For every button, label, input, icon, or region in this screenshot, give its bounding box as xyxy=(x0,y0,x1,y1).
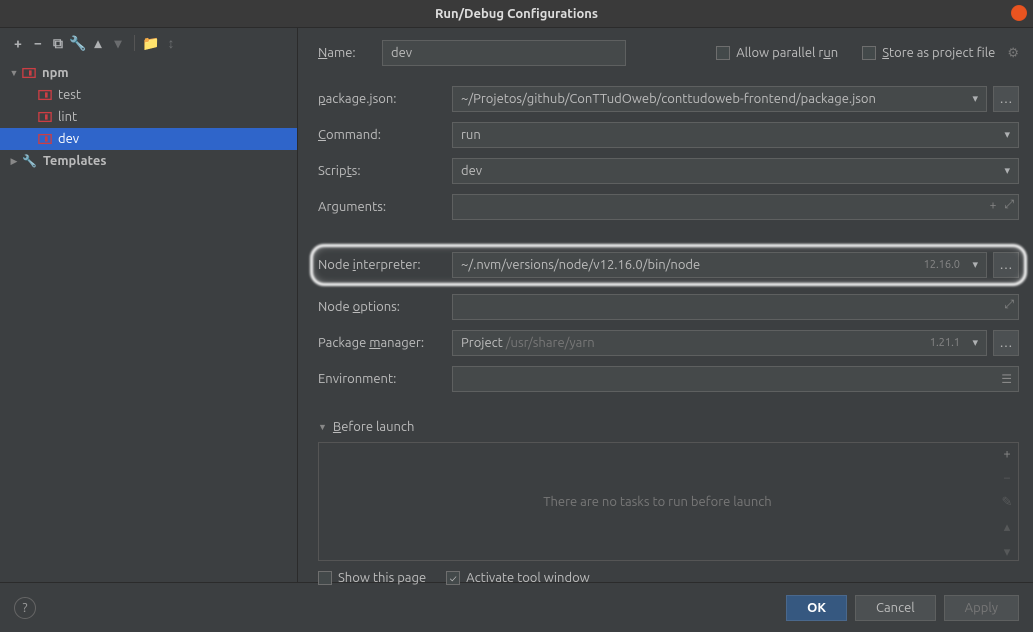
tree-leaf-lint[interactable]: lint xyxy=(0,106,297,128)
add-icon[interactable]: + xyxy=(10,35,26,51)
before-launch-panel: There are no tasks to run before launch … xyxy=(318,442,1019,561)
command-value: run xyxy=(461,128,481,142)
wrench-icon[interactable]: 🔧 xyxy=(70,35,86,51)
scripts-label: Scripts: xyxy=(318,164,452,178)
show-page-label: Show this page xyxy=(338,571,426,585)
folder-icon[interactable]: 📁 xyxy=(143,35,159,51)
chevron-down-icon: ▼ xyxy=(318,422,327,432)
package-select[interactable]: ~/Projetos/github/ConTTudOweb/conttudowe… xyxy=(452,86,987,112)
close-icon[interactable] xyxy=(1011,5,1027,21)
window-title: Run/Debug Configurations xyxy=(435,7,598,21)
tree-leaf-label: dev xyxy=(58,132,79,146)
node-options-input[interactable]: ⤢ xyxy=(452,294,1019,320)
show-page-checkbox[interactable] xyxy=(318,571,332,585)
npm-icon xyxy=(22,66,36,80)
help-icon[interactable]: ? xyxy=(14,597,36,619)
chevron-right-icon: ▶ xyxy=(8,155,20,167)
package-browse-button[interactable]: … xyxy=(993,86,1019,112)
arguments-label: Arguments: xyxy=(318,200,452,214)
node-interpreter-value: ~/.nvm/versions/node/v12.16.0/bin/node xyxy=(461,258,700,272)
node-interpreter-label: Node interpreter: xyxy=(318,258,452,272)
name-value: dev xyxy=(391,46,412,60)
expand-icon[interactable]: ⤢ xyxy=(1004,298,1014,312)
package-manager-label: Package manager: xyxy=(318,336,452,350)
add-task-icon[interactable]: + xyxy=(1003,447,1010,461)
apply-button[interactable]: Apply xyxy=(944,595,1019,621)
remove-icon[interactable]: − xyxy=(30,35,46,51)
tree-node-templates[interactable]: ▶ 🔧 Templates xyxy=(0,150,297,172)
activate-tool-checkbox[interactable] xyxy=(446,571,460,585)
package-manager-select[interactable]: Project /usr/share/yarn 1.21.1 xyxy=(452,330,987,356)
copy-icon[interactable]: ⧉ xyxy=(50,35,66,51)
tree-node-label: npm xyxy=(42,66,69,80)
separator xyxy=(134,35,135,51)
package-manager-prefix: Project xyxy=(461,336,503,350)
package-value: ~/Projetos/github/ConTTudOweb/conttudowe… xyxy=(461,92,876,106)
name-input[interactable]: dev xyxy=(382,40,626,66)
npm-icon xyxy=(38,88,52,102)
package-manager-path: /usr/share/yarn xyxy=(506,336,595,350)
npm-icon xyxy=(38,110,52,124)
node-interpreter-version: 12.16.0 xyxy=(924,259,978,271)
move-down-icon[interactable]: ▾ xyxy=(110,35,126,51)
store-project-checkbox[interactable] xyxy=(862,46,876,60)
tree-node-label: Templates xyxy=(43,154,107,168)
command-select[interactable]: run xyxy=(452,122,1019,148)
move-up-icon[interactable]: ▴ xyxy=(90,35,106,51)
plus-icon[interactable]: + xyxy=(990,199,997,212)
remove-task-icon[interactable]: − xyxy=(1003,471,1010,485)
edit-task-icon[interactable]: ✎ xyxy=(1002,495,1013,510)
tree-leaf-label: lint xyxy=(58,110,77,124)
list-icon[interactable]: ☰ xyxy=(1001,372,1012,386)
node-interpreter-highlight: Node interpreter: ~/.nvm/versions/node/v… xyxy=(310,244,1027,286)
tree-leaf-dev[interactable]: dev xyxy=(0,128,297,150)
command-label: Command: xyxy=(318,128,452,142)
tree-leaf-test[interactable]: test xyxy=(0,84,297,106)
arguments-input[interactable]: + ⤢ xyxy=(452,194,1019,220)
scripts-select[interactable]: dev xyxy=(452,158,1019,184)
sidebar-toolbar: + − ⧉ 🔧 ▴ ▾ 📁 ↕ xyxy=(0,28,297,58)
store-project-label: Store as project file xyxy=(882,46,995,60)
activate-tool-label: Activate tool window xyxy=(466,571,590,585)
allow-parallel-label: Allow parallel run xyxy=(736,46,838,60)
ok-button[interactable]: OK xyxy=(786,595,847,621)
node-interpreter-select[interactable]: ~/.nvm/versions/node/v12.16.0/bin/node 1… xyxy=(452,252,987,278)
config-tree: ▼ npm test lint xyxy=(0,58,297,582)
wrench-icon: 🔧 xyxy=(22,154,37,168)
node-interpreter-browse-button[interactable]: … xyxy=(993,252,1019,278)
package-label: package.json: xyxy=(318,92,452,106)
move-task-down-icon[interactable]: ▾ xyxy=(1004,545,1011,560)
allow-parallel-checkbox[interactable] xyxy=(716,46,730,60)
chevron-down-icon: ▼ xyxy=(8,67,20,79)
package-manager-version: 1.21.1 xyxy=(930,337,978,349)
scripts-value: dev xyxy=(461,164,482,178)
move-task-up-icon[interactable]: ▴ xyxy=(1004,520,1011,535)
sidebar: + − ⧉ 🔧 ▴ ▾ 📁 ↕ ▼ npm test xyxy=(0,28,298,582)
tree-node-npm[interactable]: ▼ npm xyxy=(0,62,297,84)
environment-label: Environment: xyxy=(318,372,452,386)
name-label: Name: xyxy=(318,46,382,60)
before-launch-empty: There are no tasks to run before launch xyxy=(319,443,996,560)
npm-icon xyxy=(38,132,52,146)
dialog-footer: ? OK Cancel Apply xyxy=(0,582,1033,632)
node-options-label: Node options: xyxy=(318,300,452,314)
collapse-icon[interactable]: ↕ xyxy=(163,35,179,51)
main-panel: Name: dev Allow parallel run Store as pr… xyxy=(298,28,1033,582)
titlebar: Run/Debug Configurations xyxy=(0,0,1033,28)
tree-leaf-label: test xyxy=(58,88,81,102)
cancel-button[interactable]: Cancel xyxy=(855,595,936,621)
expand-icon[interactable]: ⤢ xyxy=(1004,198,1014,212)
before-launch-header[interactable]: ▼ Before launch xyxy=(318,420,1019,434)
before-launch-label: Before launch xyxy=(333,420,414,434)
package-manager-browse-button[interactable]: … xyxy=(993,330,1019,356)
gear-icon[interactable]: ⚙ xyxy=(1007,46,1019,61)
environment-input[interactable]: ☰ xyxy=(452,366,1019,392)
before-launch-toolbar: + − ✎ ▴ ▾ xyxy=(996,443,1018,560)
